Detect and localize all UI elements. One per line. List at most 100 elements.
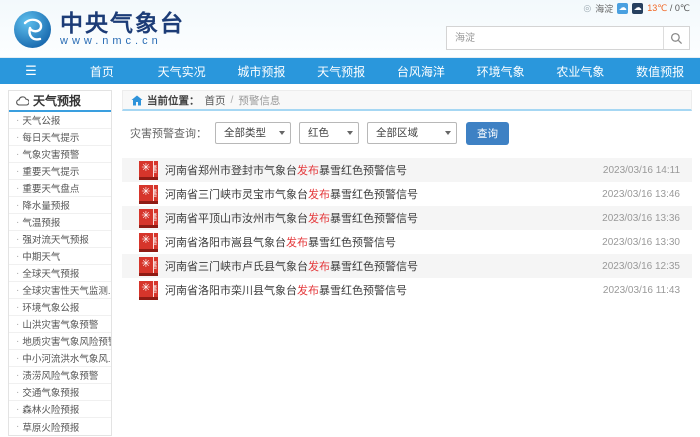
warning-title-link[interactable]: 河南省三门峡市灵宝市气象台发布暴雪红色预警信号 xyxy=(165,186,602,202)
snowflake-glyph: ✳ xyxy=(139,209,153,225)
hamburger-menu-icon[interactable]: ☰ xyxy=(0,58,62,84)
cloudy-night-icon: ☁ xyxy=(632,3,643,14)
warning-issuer: 河南省三门峡市卢氏县气象台 xyxy=(165,261,308,273)
sidebar-item-13[interactable]: ·山洪灾害气象预警 xyxy=(9,316,111,333)
sidebar-list: ·天气公报·每日天气提示·气象灾害预警·重要天气提示·重要天气盘点·降水量预报·… xyxy=(9,112,111,435)
nav-item-7[interactable]: 农业气象 xyxy=(541,58,621,84)
sidebar-item-label: 交通气象预报 xyxy=(22,385,79,399)
bullet-dot: · xyxy=(16,387,19,398)
warning-type: 暴雪红色预警信号 xyxy=(330,261,418,273)
sidebar-item-label: 地质灾害气象风险预警 xyxy=(22,334,111,348)
bullet-dot: · xyxy=(16,132,19,143)
sidebar-item-7[interactable]: ·气温预报 xyxy=(9,214,111,231)
bullet-dot: · xyxy=(16,336,19,347)
snowstorm-red-warning-icon: ✳暴雪 xyxy=(139,257,158,276)
sidebar-item-8[interactable]: ·强对流天气预报 xyxy=(9,231,111,248)
sidebar-item-label: 中小河流洪水气象风... xyxy=(22,351,111,365)
warning-type: 暴雪红色预警信号 xyxy=(330,213,418,225)
sidebar-item-2[interactable]: ·每日天气提示 xyxy=(9,129,111,146)
nav-item-4[interactable]: 天气预报 xyxy=(301,58,381,84)
warning-row[interactable]: ✳暴雪河南省平顶山市汝州市气象台发布暴雪红色预警信号2023/03/16 13:… xyxy=(122,206,692,230)
main-nav: ☰ 首页天气实况城市预报天气预报台风海洋环境气象农业气象数值预报 xyxy=(0,58,700,84)
sidebar-item-11[interactable]: ·全球灾害性天气监测... xyxy=(9,282,111,299)
nav-item-1[interactable]: 首页 xyxy=(62,58,142,84)
search-button[interactable] xyxy=(663,27,689,49)
temperature-readout: 13℃ / 0℃ xyxy=(647,3,690,14)
warning-issuer: 河南省郑州市登封市气象台 xyxy=(165,165,297,177)
warning-row[interactable]: ✳暴雪河南省三门峡市卢氏县气象台发布暴雪红色预警信号2023/03/16 12:… xyxy=(122,254,692,278)
snowstorm-red-warning-icon: ✳暴雪 xyxy=(139,161,158,180)
filter-label: 灾害预警查询： xyxy=(130,125,207,141)
sidebar-header: 天气预报 xyxy=(9,91,111,112)
warning-title-link[interactable]: 河南省平顶山市汝州市气象台发布暴雪红色预警信号 xyxy=(165,210,602,226)
warning-row[interactable]: ✳暴雪河南省洛阳市嵩县气象台发布暴雪红色预警信号2023/03/16 13:30 xyxy=(122,230,692,254)
warning-row[interactable]: ✳暴雪河南省三门峡市灵宝市气象台发布暴雪红色预警信号2023/03/16 13:… xyxy=(122,182,692,206)
search-input[interactable] xyxy=(447,27,663,49)
sidebar-item-15[interactable]: ·中小河流洪水气象风... xyxy=(9,350,111,367)
warning-list: ✳暴雪河南省郑州市登封市气象台发布暴雪红色预警信号2023/03/16 14:1… xyxy=(122,158,692,302)
sidebar-item-19[interactable]: ·草原火险预报 xyxy=(9,418,111,435)
warning-action: 发布 xyxy=(308,189,330,201)
sidebar-item-label: 渍涝风险气象预警 xyxy=(22,368,98,382)
logo-title: 中央气象台 xyxy=(60,11,185,35)
warning-issuer: 河南省平顶山市汝州市气象台 xyxy=(165,213,308,225)
warning-issuer: 河南省洛阳市栾川县气象台 xyxy=(165,285,297,297)
site-logo[interactable]: 中央气象台 www.nmc.cn xyxy=(14,11,185,48)
sidebar: 天气预报 ·天气公报·每日天气提示·气象灾害预警·重要天气提示·重要天气盘点·降… xyxy=(8,90,112,436)
sidebar-item-label: 强对流天气预报 xyxy=(22,232,89,246)
sidebar-item-1[interactable]: ·天气公报 xyxy=(9,112,111,129)
bullet-dot: · xyxy=(16,115,19,126)
sidebar-item-4[interactable]: ·重要天气提示 xyxy=(9,163,111,180)
warning-action: 发布 xyxy=(308,213,330,225)
warning-title-link[interactable]: 河南省三门峡市卢氏县气象台发布暴雪红色预警信号 xyxy=(165,258,602,274)
sidebar-item-9[interactable]: ·中期天气 xyxy=(9,248,111,265)
magnifier-icon xyxy=(670,32,683,45)
sidebar-item-label: 降水量预报 xyxy=(22,198,70,212)
nav-item-5[interactable]: 台风海洋 xyxy=(381,58,461,84)
warning-title-link[interactable]: 河南省洛阳市栾川县气象台发布暴雪红色预警信号 xyxy=(165,282,603,298)
query-button[interactable]: 查询 xyxy=(466,122,509,145)
sidebar-item-17[interactable]: ·交通气象预报 xyxy=(9,384,111,401)
warning-time: 2023/03/16 14:11 xyxy=(603,165,692,176)
nav-item-2[interactable]: 天气实况 xyxy=(142,58,222,84)
sidebar-item-label: 每日天气提示 xyxy=(22,130,79,144)
sidebar-item-14[interactable]: ·地质灾害气象风险预警 xyxy=(9,333,111,350)
warning-action: 发布 xyxy=(308,261,330,273)
nav-item-6[interactable]: 环境气象 xyxy=(461,58,541,84)
sidebar-item-label: 全球天气预报 xyxy=(22,266,79,280)
warning-title-link[interactable]: 河南省郑州市登封市气象台发布暴雪红色预警信号 xyxy=(165,162,603,178)
region-select[interactable]: 全部区域 xyxy=(367,122,457,144)
sidebar-title: 天气预报 xyxy=(33,92,81,109)
sidebar-item-10[interactable]: ·全球天气预报 xyxy=(9,265,111,282)
warning-row[interactable]: ✳暴雪河南省洛阳市栾川县气象台发布暴雪红色预警信号2023/03/16 11:4… xyxy=(122,278,692,302)
sidebar-item-16[interactable]: ·渍涝风险气象预警 xyxy=(9,367,111,384)
sidebar-item-6[interactable]: ·降水量预报 xyxy=(9,197,111,214)
bullet-dot: · xyxy=(16,353,19,364)
nav-item-3[interactable]: 城市预报 xyxy=(222,58,302,84)
warning-icon-label: 暴雪 xyxy=(153,161,158,177)
warning-icon-label: 暴雪 xyxy=(153,281,158,297)
temp-low: 0℃ xyxy=(675,3,690,13)
breadcrumb: 当前位置： 首页 / 预警信息 xyxy=(122,90,692,111)
sidebar-item-5[interactable]: ·重要天气盘点 xyxy=(9,180,111,197)
bullet-dot: · xyxy=(16,166,19,177)
breadcrumb-label: 当前位置： xyxy=(147,93,200,108)
bullet-dot: · xyxy=(16,285,19,296)
location-label[interactable]: 海淀 xyxy=(595,2,613,15)
cloudy-day-icon: ☁ xyxy=(617,3,628,14)
sidebar-item-label: 气象灾害预警 xyxy=(22,147,79,161)
warning-title-link[interactable]: 河南省洛阳市嵩县气象台发布暴雪红色预警信号 xyxy=(165,234,602,250)
snowflake-glyph: ✳ xyxy=(139,257,153,273)
search-box xyxy=(446,26,690,50)
sidebar-item-12[interactable]: ·环境气象公报 xyxy=(9,299,111,316)
sidebar-item-18[interactable]: ·森林火险预报 xyxy=(9,401,111,418)
warning-type: 暴雪红色预警信号 xyxy=(319,165,407,177)
sidebar-item-3[interactable]: ·气象灾害预警 xyxy=(9,146,111,163)
snowflake-glyph: ✳ xyxy=(139,281,153,297)
topbar-weather-strip: ◎ 海淀 ☁ ☁ 13℃ / 0℃ xyxy=(583,2,690,14)
type-select[interactable]: 全部类型 xyxy=(215,122,291,144)
warning-row[interactable]: ✳暴雪河南省郑州市登封市气象台发布暴雪红色预警信号2023/03/16 14:1… xyxy=(122,158,692,182)
color-select[interactable]: 红色 xyxy=(299,122,359,144)
nav-item-8[interactable]: 数值预报 xyxy=(620,58,700,84)
breadcrumb-home-link[interactable]: 首页 xyxy=(205,93,226,108)
